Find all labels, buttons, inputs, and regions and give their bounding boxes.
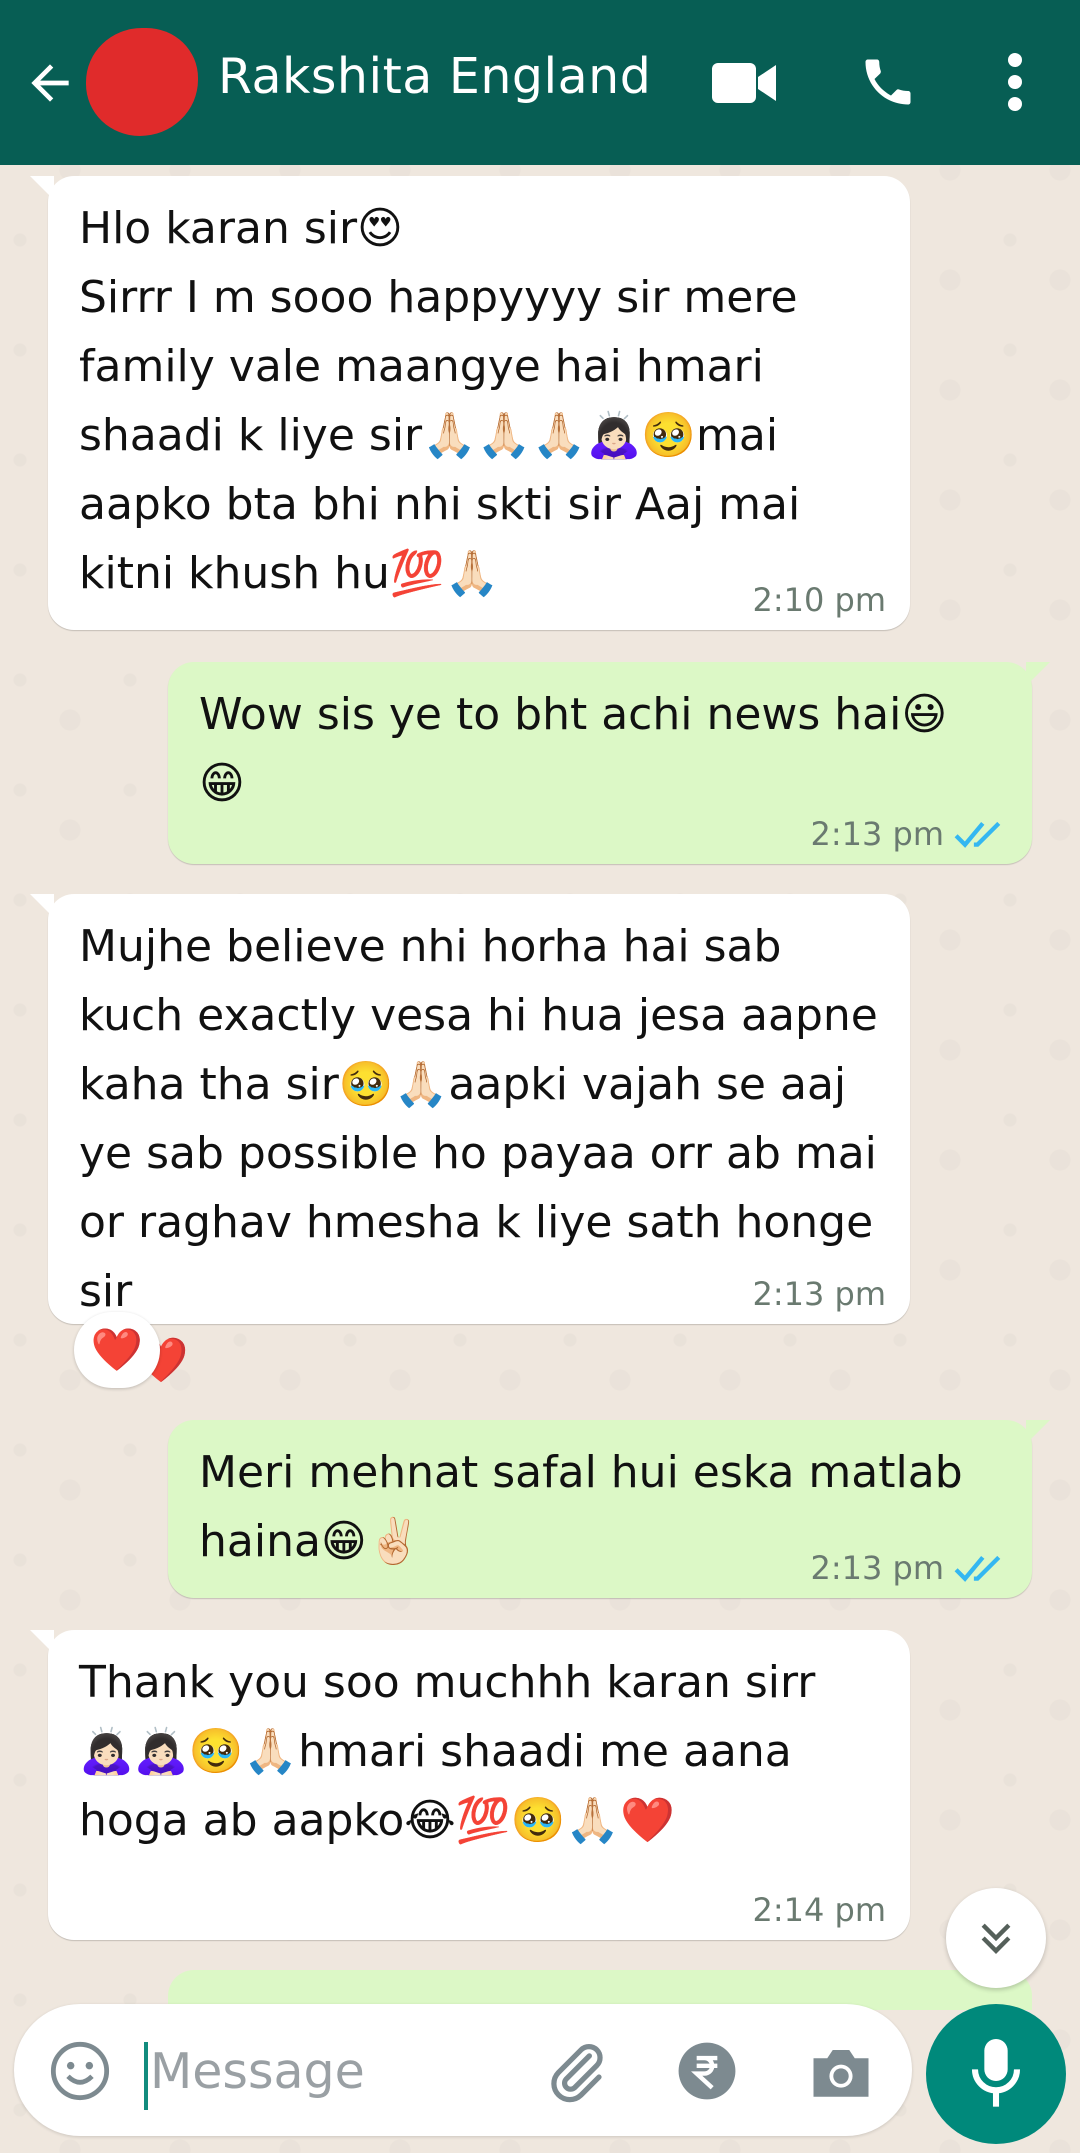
contact-name[interactable]: Rakshita England (218, 48, 651, 105)
voice-record-button[interactable] (926, 2004, 1066, 2144)
read-ticks-icon (954, 821, 1001, 848)
message-time: 2:13 pm (810, 1549, 944, 1587)
message-text: Wow sis ye to bht achi news hai😃 😁 (199, 689, 948, 809)
bubble-tail (1026, 662, 1050, 686)
message-bubble-incoming[interactable]: Thank you soo muchhh karan sirr 🙇🏻‍♀️🙇🏻‍… (30, 1630, 910, 1940)
more-vert-icon[interactable] (1003, 52, 1027, 112)
emoji-icon[interactable] (48, 2039, 112, 2103)
message-composer (14, 2004, 912, 2136)
message-input[interactable] (148, 2032, 532, 2110)
back-arrow-icon[interactable] (22, 55, 78, 111)
scroll-to-bottom-button[interactable] (946, 1888, 1046, 1988)
contact-avatar[interactable] (86, 28, 198, 136)
double-chevron-down-icon (981, 1923, 1011, 1954)
bubble-tail (30, 894, 54, 918)
message-time: 2:13 pm (810, 815, 944, 853)
bubble-tail (30, 1630, 54, 1654)
video-call-icon[interactable] (712, 58, 776, 108)
message-time: 2:14 pm (752, 1891, 886, 1929)
message-bubble-outgoing[interactable]: Meri mehnat safal hui eska matlab haina😁… (168, 1420, 1050, 1598)
message-time: 2:10 pm (752, 581, 886, 619)
message-bubble-incoming[interactable]: Hlo karan sir😍 Sirrr I m sooo happyyyy s… (30, 176, 910, 630)
message-text: Hlo karan sir😍 Sirrr I m sooo happyyyy s… (79, 203, 801, 599)
read-ticks-icon (954, 1555, 1001, 1582)
message-text: Mujhe believe nhi horha hai sab kuch exa… (79, 921, 878, 1386)
bubble-tail (30, 176, 54, 200)
message-reaction[interactable]: ❤️ (74, 1312, 160, 1388)
camera-icon[interactable] (808, 2044, 874, 2100)
bubble-tail (1026, 1420, 1050, 1444)
message-time: 2:13 pm (752, 1275, 886, 1313)
message-text: Thank you soo muchhh karan sirr 🙇🏻‍♀️🙇🏻‍… (79, 1657, 816, 1846)
mic-icon (971, 2039, 1021, 2107)
message-bubble-incoming[interactable]: Mujhe believe nhi horha hai sab kuch exa… (30, 894, 910, 1386)
message-bubble-outgoing[interactable]: Wow sis ye to bht achi news hai😃 😁 2:13 … (168, 662, 1050, 864)
chat-header: Rakshita England (0, 0, 1080, 165)
phone-icon[interactable] (858, 52, 918, 112)
attach-icon[interactable] (544, 2038, 610, 2104)
rupee-payment-icon[interactable] (676, 2040, 738, 2102)
